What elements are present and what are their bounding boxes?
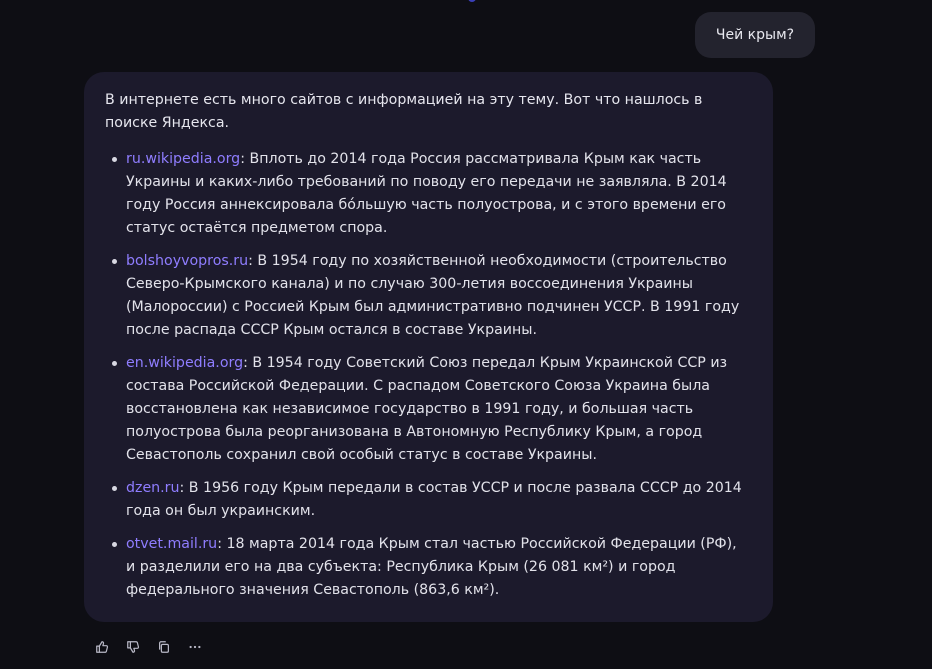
result-text: : В 1954 году Советский Союз передал Кры… [126,355,728,463]
search-results-list: ru.wikipedia.org: Вплоть до 2014 года Ро… [105,148,743,602]
list-item: bolshoyvopros.ru: В 1954 году по хозяйст… [105,250,743,342]
result-text: : В 1956 году Крым передали в состав УСС… [126,480,742,519]
source-link[interactable]: bolshoyvopros.ru [126,253,248,269]
source-link[interactable]: ru.wikipedia.org [126,151,240,167]
result-text: : 18 марта 2014 года Крым стал частью Ро… [126,536,737,598]
answer-intro: В интернете есть много сайтов с информац… [105,92,703,131]
user-message-text: Чей крым? [715,27,795,43]
user-message-bubble: Чей крым? [695,12,815,58]
thumbs-up-icon [96,641,109,653]
thumbs-down-icon [127,641,140,653]
source-link[interactable]: dzen.ru [126,480,180,496]
list-item: dzen.ru: В 1956 году Крым передали в сос… [105,477,743,523]
dislike-button[interactable] [123,638,143,656]
message-actions-bar [92,638,205,656]
list-item: en.wikipedia.org: В 1954 году Советский … [105,352,743,467]
list-item: ru.wikipedia.org: Вплоть до 2014 года Ро… [105,148,743,240]
copy-icon [159,641,169,653]
source-link[interactable]: en.wikipedia.org [126,355,243,371]
like-button[interactable] [92,638,112,656]
more-button[interactable] [185,638,205,656]
scroll-indicator-dot [468,0,476,2]
source-link[interactable]: otvet.mail.ru [126,536,217,552]
assistant-message-bubble: В интернете есть много сайтов с информац… [84,72,773,622]
more-icon [189,645,201,649]
list-item: otvet.mail.ru: 18 марта 2014 года Крым с… [105,533,743,602]
copy-button[interactable] [154,638,174,656]
